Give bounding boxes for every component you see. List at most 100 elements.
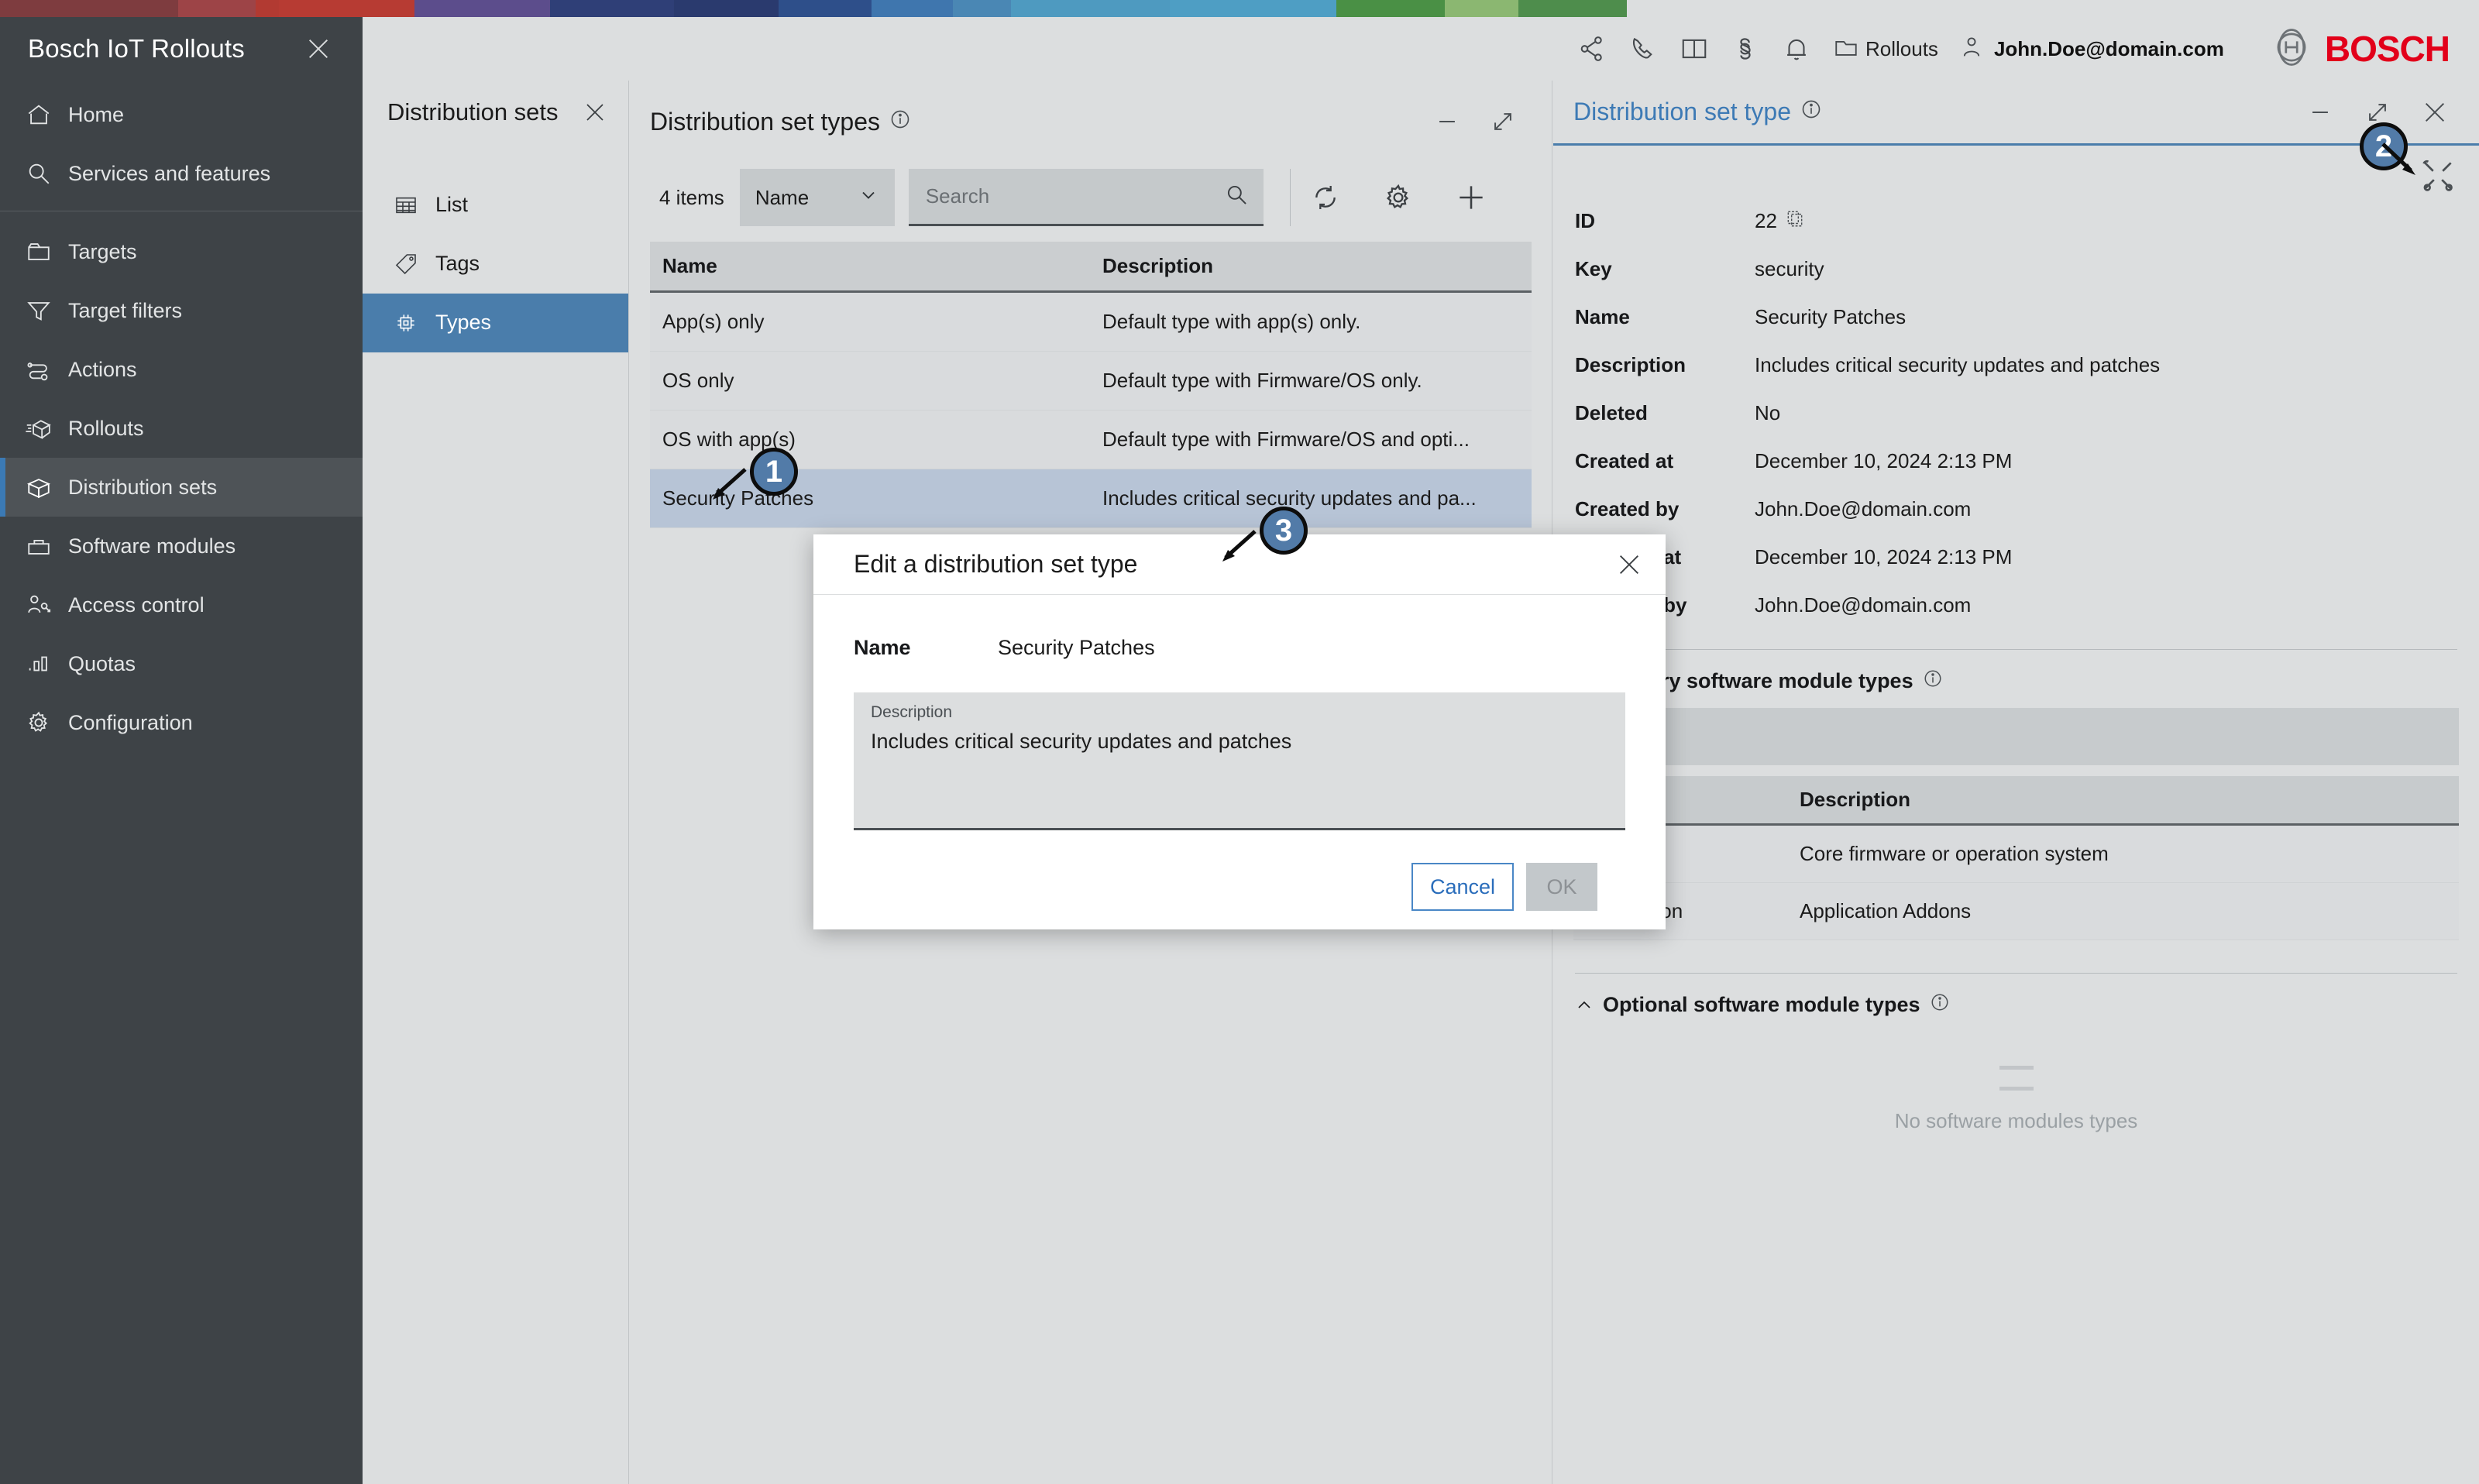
main-sidebar: Bosch IoT Rollouts Home Services and fea… xyxy=(0,17,363,1484)
sidebar-item-access-control[interactable]: Access control xyxy=(0,575,363,634)
sidebar-item-targets[interactable]: Targets xyxy=(0,222,363,281)
filter-icon xyxy=(17,297,60,324)
search-icon[interactable] xyxy=(1223,181,1250,211)
sort-field-select[interactable]: Name xyxy=(739,169,895,226)
subnav-item-tags[interactable]: Tags xyxy=(363,235,628,294)
detail-field-modified-by: Modified by John.Doe@domain.com xyxy=(1553,581,2479,629)
sidebar-item-label: Targets xyxy=(68,239,137,263)
search-placeholder: Search xyxy=(925,184,990,208)
annotation-marker-3: 3 xyxy=(1222,507,1308,562)
subnav-item-label: Types xyxy=(435,311,492,335)
ok-button: OK xyxy=(1526,863,1597,911)
annotation-arrow xyxy=(713,468,747,500)
close-icon[interactable] xyxy=(305,36,332,62)
close-icon[interactable] xyxy=(583,101,607,124)
app-title: Bosch IoT Rollouts xyxy=(28,34,245,63)
field-value: John.Doe@domain.com xyxy=(1755,496,1972,520)
field-label: Created at xyxy=(1575,448,1674,472)
minimize-icon[interactable] xyxy=(2302,94,2338,130)
distribution-sets-subnav: Distribution sets List Tags Types xyxy=(363,81,629,1484)
field-label: Name xyxy=(1575,304,1630,328)
sidebar-item-services-and-features[interactable]: Services and features xyxy=(0,144,363,203)
actions-icon xyxy=(17,356,60,383)
mandatory-software-module-types-table: Name Description OS Core firmware or ope… xyxy=(1573,776,2459,940)
field-label: ID xyxy=(1575,208,1595,232)
decorative-color-strip xyxy=(0,0,2479,17)
table-row[interactable]: Application Application Addons xyxy=(1573,883,2459,940)
phone-icon[interactable] xyxy=(1618,27,1669,70)
field-label: Key xyxy=(1575,256,1612,280)
expand-icon[interactable] xyxy=(1485,104,1521,139)
plus-icon[interactable] xyxy=(1453,180,1489,215)
list-panel-window-actions xyxy=(1429,104,1521,139)
distribution-set-type-details-panel: Distribution set type ID 22 Key security… xyxy=(1553,81,2479,1484)
book-icon[interactable] xyxy=(1669,27,1720,70)
gear-icon[interactable] xyxy=(1380,180,1416,215)
sidebar-item-label: Rollouts xyxy=(68,416,144,440)
subnav-item-types[interactable]: Types xyxy=(363,293,628,352)
subnav-item-list[interactable]: List xyxy=(363,176,628,235)
bell-icon[interactable] xyxy=(1771,27,1822,70)
cancel-button[interactable]: Cancel xyxy=(1411,863,1514,911)
sidebar-item-actions[interactable]: Actions xyxy=(0,340,363,399)
info-icon[interactable] xyxy=(889,108,911,136)
mandatory-section-header[interactable]: Mandatory software module types xyxy=(1553,650,2479,694)
subnav-header: Distribution sets xyxy=(363,81,628,128)
page-title: Distribution set types xyxy=(650,108,911,136)
home-icon xyxy=(17,101,60,128)
detail-field-id: ID 22 xyxy=(1553,197,2479,245)
sidebar-item-label: Target filters xyxy=(68,298,183,322)
sidebar-item-configuration[interactable]: Configuration xyxy=(0,693,363,752)
search-icon xyxy=(17,160,60,187)
distribution-box-icon xyxy=(17,474,60,500)
info-icon[interactable] xyxy=(1930,992,1950,1018)
info-icon[interactable] xyxy=(1800,98,1822,126)
copy-icon[interactable] xyxy=(1785,208,1805,234)
cell-description: Application Addons xyxy=(1800,899,1972,922)
sidebar-item-home[interactable]: Home xyxy=(0,85,363,144)
list-panel-title-text: Distribution set types xyxy=(650,107,881,136)
share-icon[interactable] xyxy=(1566,27,1618,70)
bosch-symbol-icon xyxy=(2271,26,2312,72)
chip-icon xyxy=(387,311,425,335)
minimize-icon[interactable] xyxy=(1429,104,1465,139)
sidebar-item-target-filters[interactable]: Target filters xyxy=(0,281,363,340)
details-tools-row xyxy=(1553,146,2479,197)
sidebar-item-distribution-sets[interactable]: Distribution sets xyxy=(0,458,363,517)
rollouts-box-icon xyxy=(17,415,60,441)
sidebar-item-quotas[interactable]: Quotas xyxy=(0,634,363,693)
color-strip-segment xyxy=(1518,0,1627,17)
description-value: Includes critical security updates and p… xyxy=(871,730,1292,753)
tenant-selector[interactable]: Rollouts xyxy=(1833,34,1938,64)
table-row[interactable]: App(s) only Default type with app(s) onl… xyxy=(650,293,1532,352)
color-strip-segment xyxy=(0,0,178,17)
empty-state-text: No software modules types xyxy=(1894,1109,2138,1132)
chevron-down-icon xyxy=(858,184,879,211)
refresh-icon[interactable] xyxy=(1308,180,1343,215)
info-icon[interactable] xyxy=(1923,668,1943,694)
details-fields: ID 22 Key security Name Security Patches… xyxy=(1553,197,2479,629)
sidebar-item-rollouts[interactable]: Rollouts xyxy=(0,399,363,458)
column-header-name: Name xyxy=(662,254,717,277)
close-icon[interactable] xyxy=(1616,551,1642,578)
close-icon[interactable] xyxy=(2417,94,2453,130)
cell-name: OS only xyxy=(662,369,734,392)
table-row[interactable]: OS Core firmware or operation system xyxy=(1573,826,2459,883)
field-value: security xyxy=(1755,256,1824,280)
sidebar-item-label: Access control xyxy=(68,593,205,617)
cell-description: Default type with Firmware/OS and opti..… xyxy=(1102,428,1470,451)
item-count-label: 4 items xyxy=(659,185,724,209)
empty-list-icon xyxy=(1999,1066,2034,1091)
table-row[interactable]: OS only Default type with Firmware/OS on… xyxy=(650,352,1532,411)
gear-icon xyxy=(17,709,60,736)
optional-section-header[interactable]: Optional software module types xyxy=(1553,974,2479,1018)
search-input[interactable]: Search xyxy=(908,169,1264,226)
section-icon[interactable] xyxy=(1720,27,1771,70)
subnav-item-label: List xyxy=(435,193,469,217)
sidebar-item-software-modules[interactable]: Software modules xyxy=(0,517,363,575)
detail-field-key: Key security xyxy=(1553,245,2479,293)
description-textarea[interactable]: Description Includes critical security u… xyxy=(854,692,1625,830)
user-menu[interactable]: John.Doe@domain.com xyxy=(1958,34,2224,64)
dialog-body: Name Security Patches Description Includ… xyxy=(813,595,1666,911)
subnav-item-label: Tags xyxy=(435,252,480,276)
